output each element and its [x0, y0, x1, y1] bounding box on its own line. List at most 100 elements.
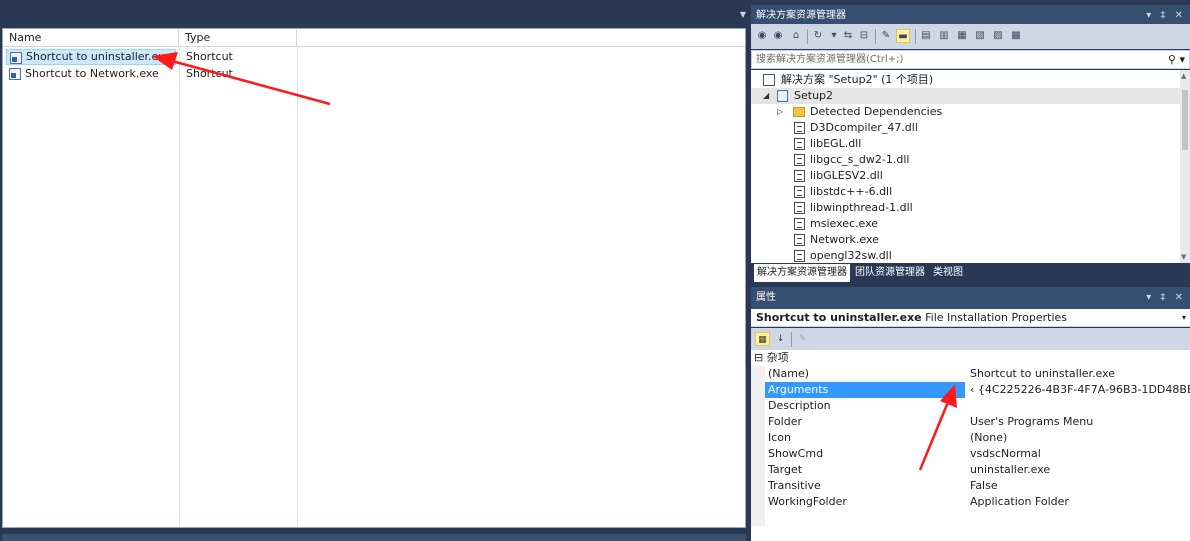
- file-icon: [794, 170, 805, 182]
- tree-item-label: libEGL.dll: [810, 137, 862, 150]
- collapsed-triangle-icon[interactable]: ▷: [777, 104, 783, 120]
- file-name[interactable]: Shortcut to Network.exe: [6, 66, 176, 82]
- file-list-header: Name Type: [3, 29, 745, 47]
- setup-project-icon: [777, 90, 788, 102]
- file-type: Shortcut: [186, 50, 233, 63]
- chevron-down-icon[interactable]: ▼: [740, 10, 746, 19]
- solution-explorer-search-input[interactable]: 搜索解决方案资源管理器(Ctrl+;) ⚲ ▾: [751, 50, 1190, 69]
- folder-icon: [793, 107, 805, 117]
- tree-item-file[interactable]: libstdc++-6.dll: [751, 184, 892, 200]
- property-row-workingfolder[interactable]: WorkingFolder Application Folder: [751, 494, 1190, 510]
- property-value[interactable]: vsdscNormal: [966, 446, 1190, 462]
- file-system-editor-icon[interactable]: ▤: [919, 29, 933, 43]
- property-value[interactable]: False: [966, 478, 1190, 494]
- property-name: WorkingFolder: [768, 495, 847, 508]
- shortcut-icon: [10, 52, 22, 64]
- search-icon[interactable]: ⚲ ▾: [1168, 51, 1185, 68]
- property-value[interactable]: (None): [966, 430, 1190, 446]
- alphabetical-icon[interactable]: ↓: [773, 332, 788, 346]
- property-name: Transitive: [768, 479, 821, 492]
- pending-changes-icon[interactable]: ↻: [811, 29, 825, 43]
- tab-solution-explorer[interactable]: 解决方案资源管理器: [754, 264, 850, 282]
- column-header-name[interactable]: Name: [3, 29, 179, 46]
- back-icon[interactable]: ◉: [755, 29, 769, 43]
- horizontal-scrollbar[interactable]: [2, 534, 746, 541]
- property-row-description[interactable]: Description: [751, 398, 1190, 414]
- file-icon: [794, 154, 805, 166]
- toolbar-separator: [875, 29, 876, 44]
- scrollbar-thumb[interactable]: [1182, 90, 1188, 150]
- property-category[interactable]: ⊟ 杂项: [751, 350, 1190, 366]
- property-value[interactable]: User's Programs Menu: [966, 414, 1190, 430]
- property-value[interactable]: Shortcut to uninstaller.exe: [966, 366, 1190, 382]
- property-row-arguments[interactable]: Arguments ‹ {4C225226-4B3F-4F7A-96B3-1DD…: [751, 382, 1190, 398]
- property-value[interactable]: uninstaller.exe: [966, 462, 1190, 478]
- solution-explorer-title: 解决方案资源管理器: [756, 10, 846, 21]
- scroll-down-icon[interactable]: ▼: [1181, 253, 1186, 261]
- tree-item-file[interactable]: msiexec.exe: [751, 216, 878, 232]
- solution-explorer-tabs: 解决方案资源管理器 团队资源管理器 类视图: [751, 264, 1190, 284]
- property-grid: ⊟ 杂项 (Name) Shortcut to uninstaller.exe …: [751, 350, 1190, 541]
- sync-icon[interactable]: ⇆: [841, 29, 855, 43]
- tree-item-file[interactable]: libEGL.dll: [751, 136, 861, 152]
- solution-explorer-toolbar: ◉ ◉ ⌂ ↻ ▾ ⇆ ⊟ ✎ ▬ ▤ ▥ ▦ ▧ ▨ ▩: [751, 24, 1190, 49]
- property-value[interactable]: Application Folder: [966, 494, 1190, 510]
- properties-wrench-icon[interactable]: ✎: [879, 29, 893, 43]
- property-row-folder[interactable]: Folder User's Programs Menu: [751, 414, 1190, 430]
- file-icon: [794, 202, 805, 214]
- file-icon: [794, 186, 805, 198]
- tree-item-solution[interactable]: 解决方案 "Setup2" (1 个项目): [761, 72, 933, 88]
- property-row-transitive[interactable]: Transitive False: [751, 478, 1190, 494]
- property-pages-wrench-icon[interactable]: ✎: [795, 332, 810, 346]
- tree-item-label: libwinpthread-1.dll: [810, 201, 913, 214]
- column-header-type[interactable]: Type: [179, 29, 297, 46]
- custom-actions-editor-icon[interactable]: ▨: [991, 29, 1005, 43]
- tree-item-label: 解决方案 "Setup2" (1 个项目): [781, 73, 934, 86]
- user-interface-editor-icon[interactable]: ▧: [973, 29, 987, 43]
- tree-item-label: opengl32sw.dll: [810, 249, 892, 262]
- file-list-pane: Name Type Shortcut to uninstaller.exe Sh…: [2, 28, 746, 528]
- categorized-icon[interactable]: ▦: [755, 332, 770, 346]
- tree-item-label: msiexec.exe: [810, 217, 879, 230]
- search-placeholder: 搜索解决方案资源管理器(Ctrl+;): [756, 54, 904, 65]
- chevron-down-icon[interactable]: ▾: [827, 29, 841, 43]
- forward-icon[interactable]: ◉: [771, 29, 785, 43]
- chevron-down-icon[interactable]: ▾: [1182, 309, 1186, 327]
- properties-object-selector[interactable]: Shortcut to uninstaller.exe File Install…: [751, 309, 1190, 327]
- preview-selected-icon[interactable]: ▬: [896, 29, 910, 43]
- expand-triangle-icon[interactable]: ◢: [763, 88, 769, 104]
- collapse-icon[interactable]: ⊟: [754, 351, 763, 364]
- collapse-all-icon[interactable]: ⊟: [857, 29, 871, 43]
- file-types-editor-icon[interactable]: ▦: [955, 29, 969, 43]
- launch-conditions-editor-icon[interactable]: ▩: [1009, 29, 1023, 43]
- tree-item-file[interactable]: libgcc_s_dw2-1.dll: [751, 152, 909, 168]
- property-name: Folder: [768, 415, 802, 428]
- tab-class-view[interactable]: 类视图: [930, 264, 966, 282]
- editor-top-bar: ▼: [0, 0, 748, 28]
- tree-item-setup2[interactable]: ◢ Setup2: [751, 88, 1180, 104]
- property-name: (Name): [768, 367, 810, 380]
- property-row-target[interactable]: Target uninstaller.exe: [751, 462, 1190, 478]
- tree-item-detected-dependencies[interactable]: ▷ Detected Dependencies: [751, 104, 942, 120]
- file-name[interactable]: Shortcut to uninstaller.exe: [6, 49, 176, 65]
- object-type: File Installation Properties: [925, 311, 1068, 324]
- window-controls[interactable]: ▾ ‡ ✕: [1146, 287, 1186, 309]
- tree-item-file[interactable]: D3Dcompiler_47.dll: [751, 120, 918, 136]
- tree-item-file[interactable]: libGLESV2.dll: [751, 168, 883, 184]
- tab-team-explorer[interactable]: 团队资源管理器: [852, 264, 928, 282]
- file-icon: [794, 122, 805, 134]
- registry-editor-icon[interactable]: ▥: [937, 29, 951, 43]
- scroll-up-icon[interactable]: ▲: [1181, 72, 1186, 80]
- home-icon[interactable]: ⌂: [789, 29, 803, 43]
- property-row-showcmd[interactable]: ShowCmd vsdscNormal: [751, 446, 1190, 462]
- tree-item-file[interactable]: Network.exe: [751, 232, 879, 248]
- tree-item-file[interactable]: opengl32sw.dll: [751, 248, 892, 263]
- object-name: Shortcut to uninstaller.exe: [756, 311, 922, 324]
- shortcut-icon: [9, 68, 21, 80]
- property-row-icon[interactable]: Icon (None): [751, 430, 1190, 446]
- solution-tree-scrollbar[interactable]: ▲ ▼: [1180, 70, 1190, 263]
- property-row-name[interactable]: (Name) Shortcut to uninstaller.exe: [751, 366, 1190, 382]
- toolbar-separator: [791, 332, 792, 347]
- property-value[interactable]: ‹ {4C225226-4B3F-4F7A-96B3-1DD48BE1B03B: [966, 382, 1190, 398]
- tree-item-file[interactable]: libwinpthread-1.dll: [751, 200, 913, 216]
